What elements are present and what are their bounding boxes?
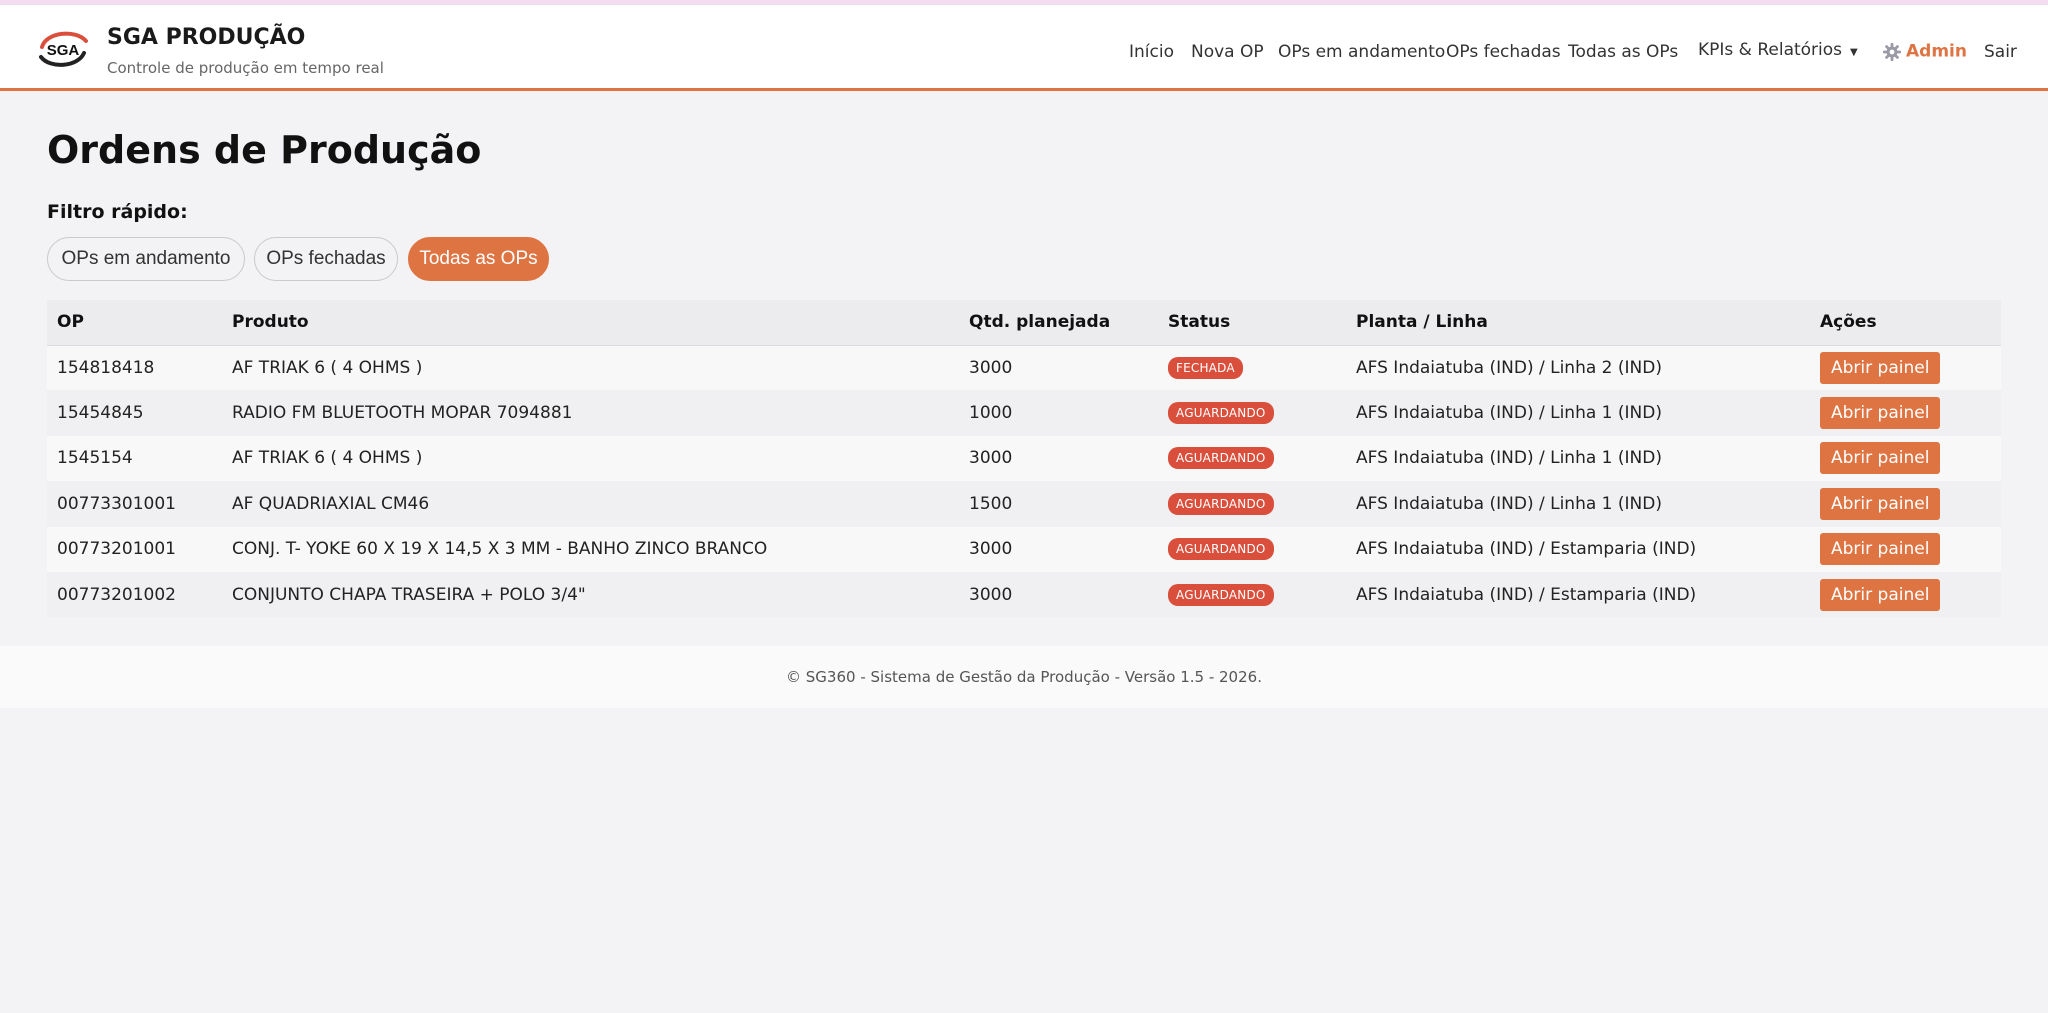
cell-status: AGUARDANDO xyxy=(1158,481,1346,526)
cell-qtd: 3000 xyxy=(969,357,1013,378)
sga-logo-icon: SGA xyxy=(39,31,88,67)
open-panel-button[interactable]: Abrir painel xyxy=(1820,397,1941,430)
nav-kpis-label: KPIs & Relatórios xyxy=(1698,40,1843,60)
cell-qtd: 1500 xyxy=(969,493,1013,514)
cell-acoes: Abrir painel xyxy=(1810,572,2001,617)
nav-nova-op[interactable]: Nova OP xyxy=(1191,42,1264,62)
cell-planta: AFS Indaiatuba (IND) / Estamparia (IND) xyxy=(1356,584,1697,605)
nav-ops-fechadas[interactable]: OPs fechadas xyxy=(1446,42,1561,62)
page-footer: © SG360 - Sistema de Gestão da Produção … xyxy=(0,646,2048,708)
cell-status: FECHADA xyxy=(1158,345,1346,390)
cell-status: AGUARDANDO xyxy=(1158,527,1346,572)
cell-status: AGUARDANDO xyxy=(1158,390,1346,435)
app-header: SGA SGA PRODUÇÃO Controle de produção em… xyxy=(0,5,2048,91)
nav-kpis-relatorios-dropdown[interactable]: KPIs & Relatórios ▼ xyxy=(1698,40,1858,60)
cell-acoes: Abrir painel xyxy=(1810,436,2001,481)
open-panel-button[interactable]: Abrir painel xyxy=(1820,442,1941,475)
cell-planta: AFS Indaiatuba (IND) / Linha 1 (IND) xyxy=(1356,448,1662,469)
table-row: 00773201001 CONJ. T- YOKE 60 X 19 X 14,5… xyxy=(47,526,2001,572)
cell-produto: AF TRIAK 6 ( 4 OHMS ) xyxy=(232,357,423,378)
cell-planta: AFS Indaiatuba (IND) / Estamparia (IND) xyxy=(1356,539,1697,560)
filter-todas-as-ops[interactable]: Todas as OPs xyxy=(408,237,549,281)
nav-todas-as-ops[interactable]: Todas as OPs xyxy=(1568,42,1678,62)
logout-link[interactable]: Sair xyxy=(1984,42,2017,62)
filter-ops-fechadas[interactable]: OPs fechadas xyxy=(254,237,398,281)
cell-op: 00773201001 xyxy=(57,539,176,560)
admin-label: Admin xyxy=(1906,41,1967,62)
cell-op: 1545154 xyxy=(57,448,133,469)
col-header-acoes: Ações xyxy=(1810,300,2001,346)
open-panel-button[interactable]: Abrir painel xyxy=(1820,578,1941,611)
cell-qtd: 3000 xyxy=(969,539,1013,560)
nav-inicio[interactable]: Início xyxy=(1129,42,1174,62)
cell-status: AGUARDANDO xyxy=(1158,436,1346,481)
cell-acoes: Abrir painel xyxy=(1810,390,2001,435)
table-header-row: OP Produto Qtd. planejada Status Planta … xyxy=(47,300,2001,346)
filter-ops-em-andamento[interactable]: OPs em andamento xyxy=(47,237,245,281)
gear-icon xyxy=(1883,42,1901,61)
col-header-op: OP xyxy=(47,300,222,346)
cell-qtd: 3000 xyxy=(969,584,1013,605)
cell-op: 15454845 xyxy=(57,403,144,424)
cell-produto: AF TRIAK 6 ( 4 OHMS ) xyxy=(232,448,423,469)
status-badge: AGUARDANDO xyxy=(1168,538,1274,561)
cell-op: 00773201002 xyxy=(57,584,176,605)
open-panel-button[interactable]: Abrir painel xyxy=(1820,351,1941,384)
cell-qtd: 1000 xyxy=(969,403,1013,424)
table-row: 00773201002 CONJUNTO CHAPA TRASEIRA + PO… xyxy=(47,571,2001,618)
col-header-qtd: Qtd. planejada xyxy=(959,300,1158,346)
status-badge: AGUARDANDO xyxy=(1168,447,1274,470)
svg-text:SGA: SGA xyxy=(47,42,80,59)
cell-acoes: Abrir painel xyxy=(1810,481,2001,526)
brand-subtitle: Controle de produção em tempo real xyxy=(107,59,384,77)
cell-acoes: Abrir painel xyxy=(1810,345,2001,390)
status-badge: AGUARDANDO xyxy=(1168,402,1274,425)
open-panel-button[interactable]: Abrir painel xyxy=(1820,533,1941,566)
cell-produto: CONJ. T- YOKE 60 X 19 X 14,5 X 3 MM - BA… xyxy=(232,539,768,560)
status-badge: FECHADA xyxy=(1168,356,1243,379)
table-row: 00773301001 AF QUADRIAXIAL CM46 1500 AGU… xyxy=(47,481,2001,527)
cell-qtd: 3000 xyxy=(969,448,1013,469)
cell-planta: AFS Indaiatuba (IND) / Linha 1 (IND) xyxy=(1356,403,1662,424)
status-badge: AGUARDANDO xyxy=(1168,492,1274,515)
cell-produto: RADIO FM BLUETOOTH MOPAR 7094881 xyxy=(232,403,573,424)
footer-text: © SG360 - Sistema de Gestão da Produção … xyxy=(786,668,1262,686)
cell-produto: AF QUADRIAXIAL CM46 xyxy=(232,493,430,514)
quick-filter-label: Filtro rápido: xyxy=(47,201,188,223)
page-title: Ordens de Produção xyxy=(47,128,482,172)
brand-title: SGA PRODUÇÃO xyxy=(107,25,306,50)
table-row: 154818418 AF TRIAK 6 ( 4 OHMS ) 3000 FEC… xyxy=(47,345,2001,391)
cell-produto: CONJUNTO CHAPA TRASEIRA + POLO 3/4" xyxy=(232,584,586,605)
cell-planta: AFS Indaiatuba (IND) / Linha 1 (IND) xyxy=(1356,493,1662,514)
cell-op: 154818418 xyxy=(57,357,155,378)
nav-ops-em-andamento[interactable]: OPs em andamento xyxy=(1278,42,1445,62)
col-header-produto: Produto xyxy=(222,300,959,346)
open-panel-button[interactable]: Abrir painel xyxy=(1820,487,1941,520)
col-header-planta: Planta / Linha xyxy=(1346,300,1810,346)
status-badge: AGUARDANDO xyxy=(1168,583,1274,606)
caret-down-icon: ▼ xyxy=(1850,47,1858,58)
cell-op: 00773301001 xyxy=(57,493,176,514)
col-header-status: Status xyxy=(1158,300,1346,346)
cell-status: AGUARDANDO xyxy=(1158,572,1346,617)
cell-planta: AFS Indaiatuba (IND) / Linha 2 (IND) xyxy=(1356,357,1662,378)
table-row: 15454845 RADIO FM BLUETOOTH MOPAR 709488… xyxy=(47,390,2001,436)
cell-acoes: Abrir painel xyxy=(1810,527,2001,572)
orders-table: OP Produto Qtd. planejada Status Planta … xyxy=(47,300,2001,618)
table-row: 1545154 AF TRIAK 6 ( 4 OHMS ) 3000 AGUAR… xyxy=(47,435,2001,482)
admin-user[interactable]: Admin xyxy=(1882,41,1967,62)
